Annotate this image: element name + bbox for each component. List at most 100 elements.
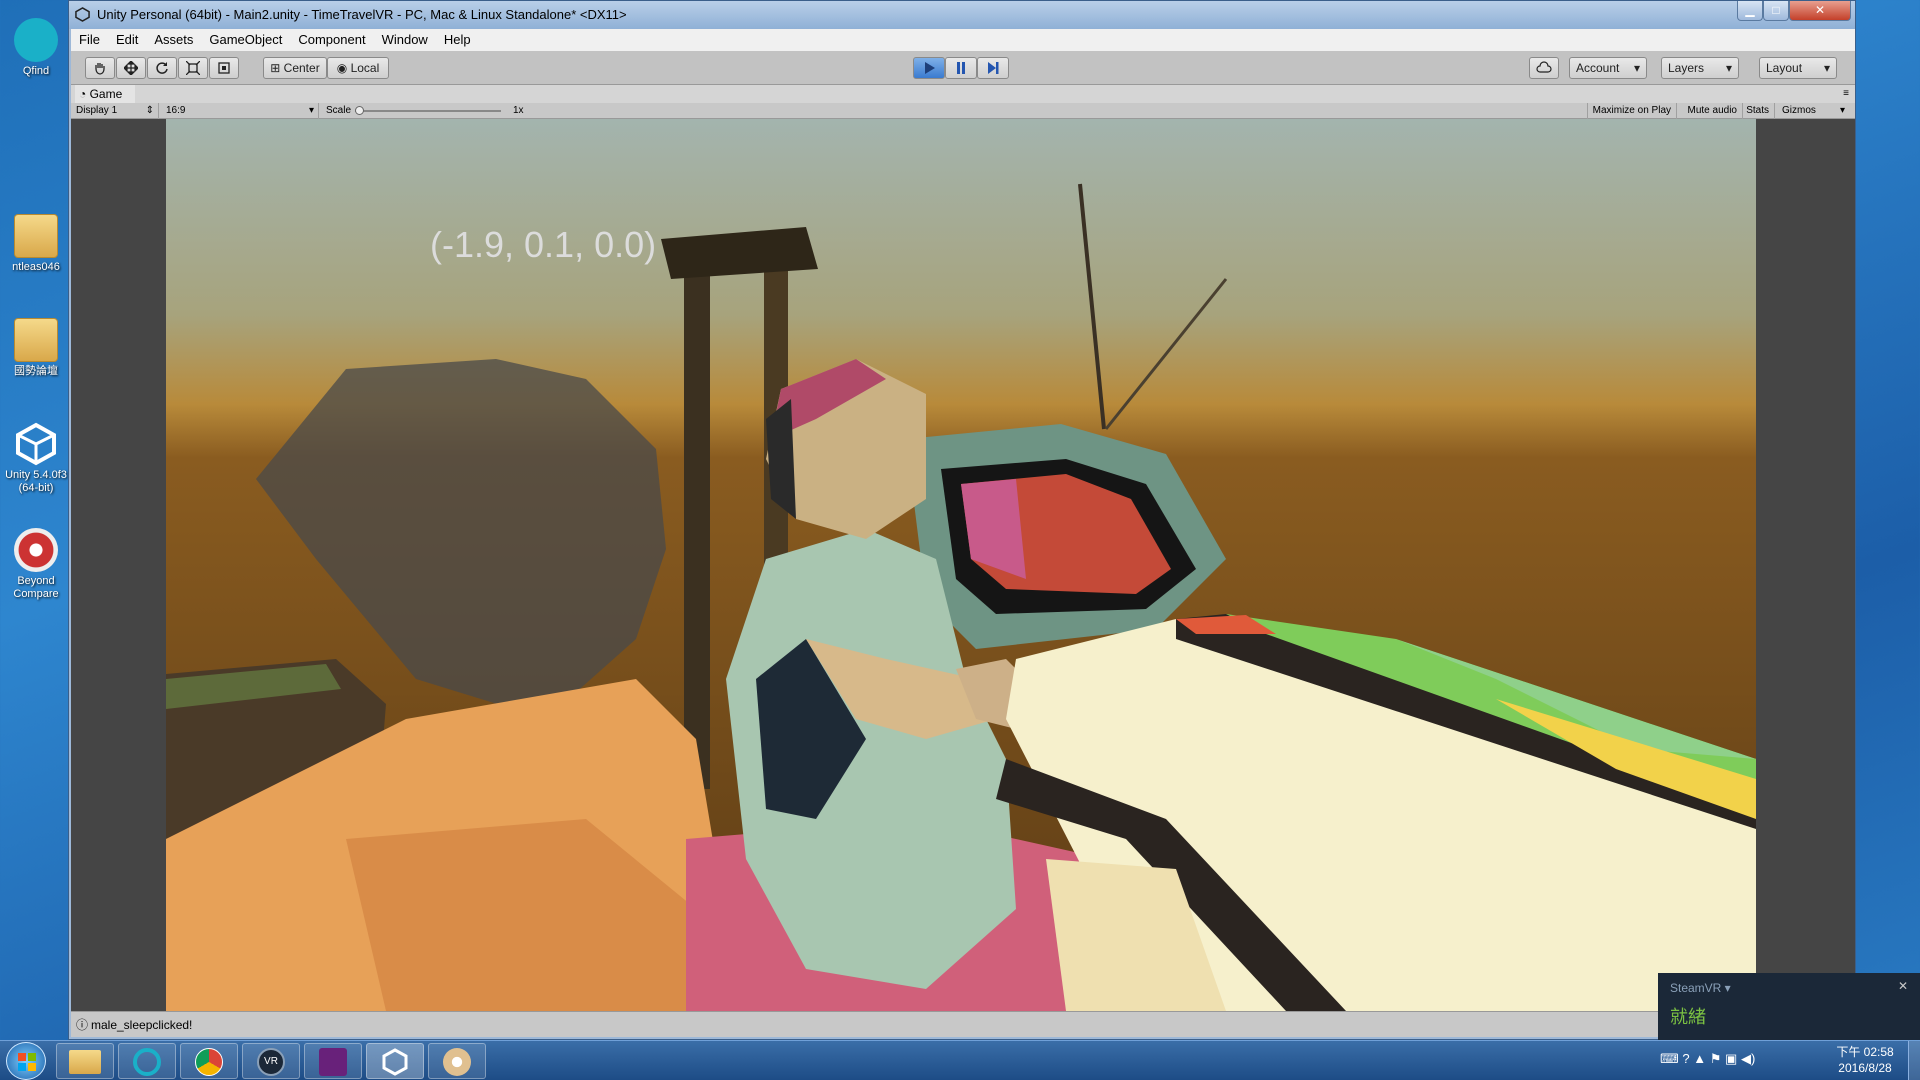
- game-viewport[interactable]: (-1.9, 0.1, 0.0): [166, 119, 1756, 1011]
- menu-window[interactable]: Window: [374, 29, 436, 51]
- menu-help[interactable]: Help: [436, 29, 479, 51]
- taskbar-explorer[interactable]: [56, 1043, 114, 1079]
- desktop-icon-label: Unity 5.4.0f3 (64-bit): [5, 469, 67, 494]
- menu-gameobject[interactable]: GameObject: [201, 29, 290, 51]
- visual-studio-icon: [319, 1048, 347, 1076]
- dropdown-arrow-icon: ⇕: [145, 105, 154, 116]
- taskbar-paint[interactable]: [428, 1043, 486, 1079]
- globe-icon: ◉: [336, 61, 351, 75]
- pivot-icon: ⊞: [270, 61, 284, 75]
- scale-value: 1x: [513, 105, 524, 116]
- desktop-icon-folder-ntleas[interactable]: ntleas046: [2, 214, 70, 274]
- unity-logo-icon: [75, 7, 90, 22]
- tray-icons[interactable]: ⌨ ? ▲ ⚑ ▣ ◀): [1660, 1051, 1755, 1067]
- taskbar: VR ⌨ ? ▲ ⚑ ▣ ◀) 下午 02:58 2016/8/28: [0, 1040, 1920, 1080]
- desktop-icon-beyond-compare[interactable]: Beyond Compare: [2, 528, 70, 601]
- folder-icon: [14, 214, 58, 258]
- gizmos-label: Gizmos: [1782, 105, 1816, 116]
- rotate-icon: [156, 62, 168, 74]
- status-bar[interactable]: ⓘ male_sleepclicked!: [71, 1011, 1855, 1037]
- taskbar-visual-studio[interactable]: [304, 1043, 362, 1079]
- volume-icon[interactable]: ◀): [1741, 1051, 1755, 1066]
- layout-label: Layout: [1766, 61, 1803, 75]
- show-hidden-icon[interactable]: ▲: [1693, 1051, 1706, 1066]
- aspect-dropdown[interactable]: 16:9 ▾: [161, 103, 319, 119]
- bed-post: [684, 269, 710, 789]
- game-panel-header: ◔ Game ≡: [71, 85, 1855, 103]
- show-desktop-button[interactable]: [1908, 1041, 1920, 1080]
- maximize-button[interactable]: □: [1763, 1, 1789, 21]
- minimize-button[interactable]: ▁: [1737, 1, 1763, 21]
- rect-tool-button[interactable]: [209, 57, 239, 79]
- steamvr-notification[interactable]: SteamVR ▾ ✕ 就緒: [1658, 973, 1920, 1040]
- clock[interactable]: 下午 02:58 2016/8/28: [1830, 1044, 1900, 1076]
- taskbar-chrome[interactable]: [180, 1043, 238, 1079]
- move-tool-button[interactable]: [116, 57, 146, 79]
- scale-control: Scale 1x: [321, 103, 531, 119]
- stats-toggle[interactable]: Stats: [1741, 103, 1775, 119]
- taskbar-qfind[interactable]: [118, 1043, 176, 1079]
- layers-label: Layers: [1668, 61, 1705, 75]
- steamvr-title[interactable]: SteamVR ▾: [1670, 981, 1731, 995]
- rotate-tool-button[interactable]: [147, 57, 177, 79]
- menu-edit[interactable]: Edit: [108, 29, 146, 51]
- scale-slider-track[interactable]: [355, 110, 501, 112]
- tab-game[interactable]: ◔ Game: [75, 85, 135, 103]
- desktop-icon-label: Qfind: [22, 65, 50, 77]
- mute-audio-toggle[interactable]: Mute audio: [1683, 103, 1743, 119]
- beyond-compare-icon: [14, 528, 58, 572]
- layers-dropdown[interactable]: Layers ▾: [1661, 57, 1739, 79]
- pause-icon: [957, 62, 965, 74]
- start-button[interactable]: [6, 1042, 46, 1080]
- cloud-icon: [1536, 61, 1552, 73]
- folder-icon: [69, 1050, 101, 1074]
- close-button[interactable]: ✕: [1789, 1, 1851, 21]
- qfind-icon: [14, 18, 58, 62]
- pivot-center-button[interactable]: ⊞ Center: [263, 57, 327, 79]
- scale-slider-thumb[interactable]: [355, 106, 364, 115]
- scale-icon: [185, 60, 201, 76]
- help-icon[interactable]: ?: [1682, 1051, 1689, 1066]
- display-dropdown[interactable]: Display 1 ⇕: [71, 103, 159, 119]
- cloud-button[interactable]: [1529, 57, 1559, 79]
- menu-component[interactable]: Component: [290, 29, 373, 51]
- desktop-icon-qfind[interactable]: Qfind: [2, 18, 70, 78]
- console-message: male_sleepclicked!: [91, 1018, 193, 1032]
- gizmos-dropdown[interactable]: Gizmos ▾: [1777, 103, 1847, 119]
- space-label: Local: [350, 61, 380, 75]
- dropdown-arrow-icon: ▾: [1823, 61, 1830, 75]
- network-icon[interactable]: ▣: [1725, 1051, 1737, 1066]
- info-icon: ⓘ: [76, 1018, 89, 1032]
- step-button[interactable]: [977, 57, 1009, 79]
- main-toolbar: ⊞ Center ◉ Local Account ▾ Layers ▾ Layout…: [71, 51, 1855, 85]
- keyboard-icon[interactable]: ⌨: [1660, 1051, 1679, 1066]
- unity-window: Unity Personal (64bit) - Main2.unity - T…: [68, 0, 1856, 1040]
- unity-logo-icon: [14, 422, 58, 466]
- menu-file[interactable]: File: [71, 29, 108, 51]
- paint-icon: [443, 1048, 471, 1076]
- layout-dropdown[interactable]: Layout ▾: [1759, 57, 1837, 79]
- desktop-icon-folder-forum[interactable]: 國勢論壇: [2, 318, 70, 378]
- desktop-icon-unity[interactable]: Unity 5.4.0f3 (64-bit): [2, 422, 70, 495]
- play-button[interactable]: [913, 57, 945, 79]
- hand-icon: [95, 63, 105, 75]
- display-label: Display 1: [76, 105, 118, 116]
- title-bar[interactable]: Unity Personal (64bit) - Main2.unity - T…: [69, 1, 1855, 29]
- pivot-local-button[interactable]: ◉ Local: [327, 57, 389, 79]
- maximize-on-play-toggle[interactable]: Maximize on Play: [1586, 103, 1677, 119]
- search-icon: [133, 1048, 161, 1076]
- scale-tool-button[interactable]: [178, 57, 208, 79]
- close-icon[interactable]: ✕: [1898, 979, 1908, 993]
- hand-tool-button[interactable]: [85, 57, 115, 79]
- rect-tool-icon: [218, 62, 230, 74]
- taskbar-unity[interactable]: [366, 1043, 424, 1079]
- step-icon: [988, 62, 999, 74]
- pause-button[interactable]: [945, 57, 977, 79]
- menu-assets[interactable]: Assets: [146, 29, 201, 51]
- desktop-icon-label: ntleas046: [12, 261, 60, 273]
- flag-icon[interactable]: ⚑: [1710, 1051, 1722, 1066]
- taskbar-steamvr[interactable]: VR: [242, 1043, 300, 1079]
- account-dropdown[interactable]: Account ▾: [1569, 57, 1647, 79]
- panel-menu-icon[interactable]: ≡: [1843, 85, 1849, 103]
- aspect-label: 16:9: [166, 105, 186, 116]
